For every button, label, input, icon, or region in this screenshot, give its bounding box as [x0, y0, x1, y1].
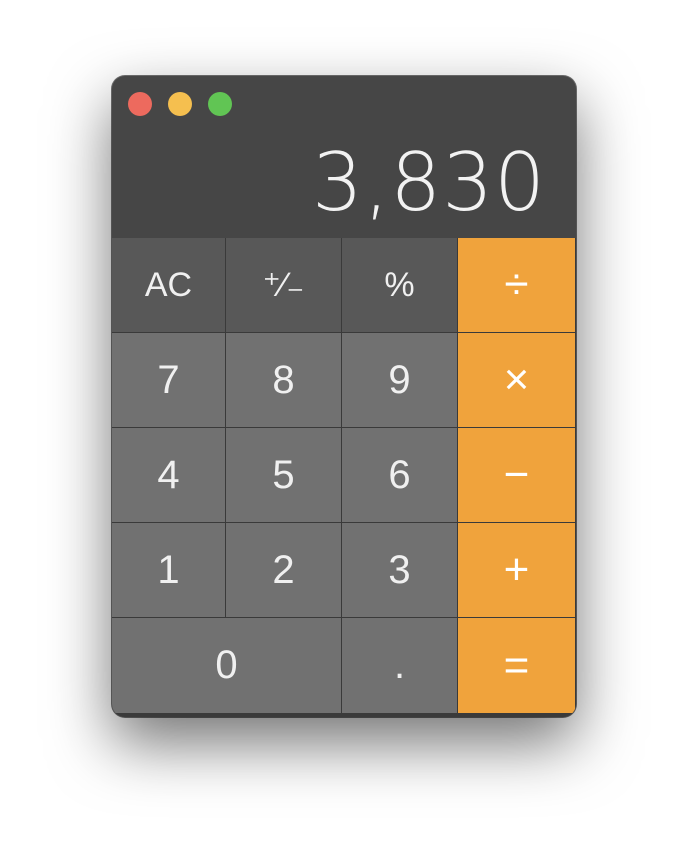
percent-button[interactable]: % — [342, 238, 457, 332]
equals-button[interactable]: = — [458, 618, 575, 713]
digit-7-button[interactable]: 7 — [112, 333, 225, 427]
keypad: AC ⁺∕₋ % ÷ 7 8 9 × 4 5 6 − 1 2 3 + 0 . = — [112, 238, 576, 717]
plus-minus-button[interactable]: ⁺∕₋ — [226, 238, 341, 332]
digit-5-button[interactable]: 5 — [226, 428, 341, 522]
digit-4-button[interactable]: 4 — [112, 428, 225, 522]
divide-button[interactable]: ÷ — [458, 238, 575, 332]
close-window-button[interactable] — [128, 92, 152, 116]
digit-6-button[interactable]: 6 — [342, 428, 457, 522]
multiply-button[interactable]: × — [458, 333, 575, 427]
digit-9-button[interactable]: 9 — [342, 333, 457, 427]
zoom-window-button[interactable] — [208, 92, 232, 116]
all-clear-button[interactable]: AC — [112, 238, 225, 332]
minimize-window-button[interactable] — [168, 92, 192, 116]
digit-2-button[interactable]: 2 — [226, 523, 341, 617]
title-bar[interactable] — [112, 76, 576, 132]
subtract-button[interactable]: − — [458, 428, 575, 522]
decimal-point-button[interactable]: . — [342, 618, 457, 713]
digit-1-button[interactable]: 1 — [112, 523, 225, 617]
result-display: 3,830 — [311, 136, 546, 229]
digit-8-button[interactable]: 8 — [226, 333, 341, 427]
calculator-window: 3,830 AC ⁺∕₋ % ÷ 7 8 9 × 4 5 6 − 1 2 3 +… — [112, 76, 576, 717]
add-button[interactable]: + — [458, 523, 575, 617]
digit-0-button[interactable]: 0 — [112, 618, 341, 713]
digit-3-button[interactable]: 3 — [342, 523, 457, 617]
